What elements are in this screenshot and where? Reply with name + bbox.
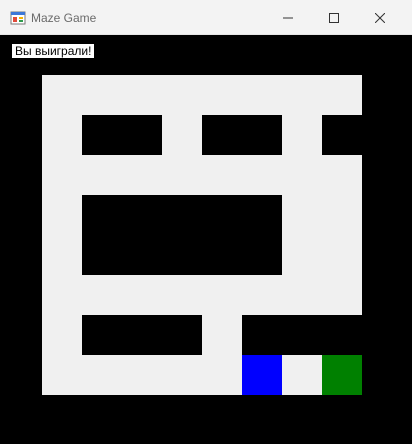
- status-label: Вы выиграли!: [12, 44, 95, 58]
- maze-cell-wall: [82, 235, 122, 275]
- maximize-icon: [329, 12, 339, 23]
- maze-cell-path: [122, 75, 162, 115]
- maze-cell-wall: [282, 315, 322, 355]
- maze-cell-path: [42, 235, 82, 275]
- close-icon: [375, 12, 385, 23]
- maze-cell-path: [202, 315, 242, 355]
- maze-cell-wall: [122, 235, 162, 275]
- maze-cell-path: [282, 275, 322, 315]
- maze-cell-wall: [202, 115, 242, 155]
- maze-cell-wall: [242, 315, 282, 355]
- maze-cell-wall: [162, 195, 202, 235]
- maze-cell-path: [42, 315, 82, 355]
- maze-cell-wall: [322, 115, 362, 155]
- windows-forms-app-icon: [10, 11, 26, 25]
- maximize-button[interactable]: [311, 0, 357, 35]
- maze-cell-path: [282, 115, 322, 155]
- maze-cell-wall: [242, 115, 282, 155]
- maze-cell-path: [202, 75, 242, 115]
- maze-cell-path: [202, 355, 242, 395]
- maze-cell-path: [162, 75, 202, 115]
- maze-cell-wall: [242, 235, 282, 275]
- maze-game-window: Maze Game Вы выиграли!: [0, 0, 412, 444]
- maze-cell-path: [322, 195, 362, 235]
- maze-cell-path: [322, 275, 362, 315]
- maze-cell-path: [282, 235, 322, 275]
- maze-cell-path: [282, 75, 322, 115]
- maze-cell-wall: [122, 195, 162, 235]
- maze-cell-player: [242, 355, 282, 395]
- minimize-button[interactable]: [265, 0, 311, 35]
- maze-cell-wall: [322, 315, 362, 355]
- maze-cell-path: [162, 155, 202, 195]
- maze-cell-path: [82, 275, 122, 315]
- maze-cell-wall: [162, 315, 202, 355]
- game-area[interactable]: Вы выиграли!: [1, 35, 411, 443]
- maze-cell-path: [162, 275, 202, 315]
- maze-cell-path: [42, 355, 82, 395]
- maze-cell-path: [42, 115, 82, 155]
- maze-cell-path: [322, 75, 362, 115]
- maze-cell-path: [282, 195, 322, 235]
- maze-cell-path: [242, 75, 282, 115]
- maze-cell-path: [122, 155, 162, 195]
- maze-cell-path: [122, 275, 162, 315]
- maze-cell-path: [242, 275, 282, 315]
- maze-cell-path: [162, 115, 202, 155]
- maze-cell-wall: [82, 115, 122, 155]
- maze-cell-path: [282, 355, 322, 395]
- maze-cell-path: [42, 275, 82, 315]
- maze-cell-wall: [202, 195, 242, 235]
- close-button[interactable]: [357, 0, 403, 35]
- maze-cell-wall: [202, 235, 242, 275]
- maze-cell-path: [202, 275, 242, 315]
- maze-cell-goal: [322, 355, 362, 395]
- maze-cell-wall: [82, 195, 122, 235]
- maze-cell-path: [122, 355, 162, 395]
- maze-cell-path: [242, 155, 282, 195]
- maze-cell-wall: [82, 315, 122, 355]
- maze-cell-path: [322, 155, 362, 195]
- maze-cell-wall: [242, 195, 282, 235]
- minimize-icon: [283, 17, 293, 18]
- maze-cell-path: [42, 75, 82, 115]
- maze-cell-path: [82, 155, 122, 195]
- maze-cell-wall: [122, 115, 162, 155]
- maze-cell-wall: [122, 315, 162, 355]
- window-title: Maze Game: [31, 11, 97, 25]
- title-bar[interactable]: Maze Game: [0, 0, 412, 35]
- maze-cell-path: [42, 155, 82, 195]
- maze-cell-path: [202, 155, 242, 195]
- maze-cell-path: [42, 195, 82, 235]
- maze-cell-path: [82, 75, 122, 115]
- maze-cell-wall: [162, 235, 202, 275]
- maze-cell-path: [82, 355, 122, 395]
- maze-cell-path: [282, 155, 322, 195]
- maze-grid[interactable]: [42, 75, 362, 395]
- maze-cell-path: [162, 355, 202, 395]
- maze-cell-path: [322, 235, 362, 275]
